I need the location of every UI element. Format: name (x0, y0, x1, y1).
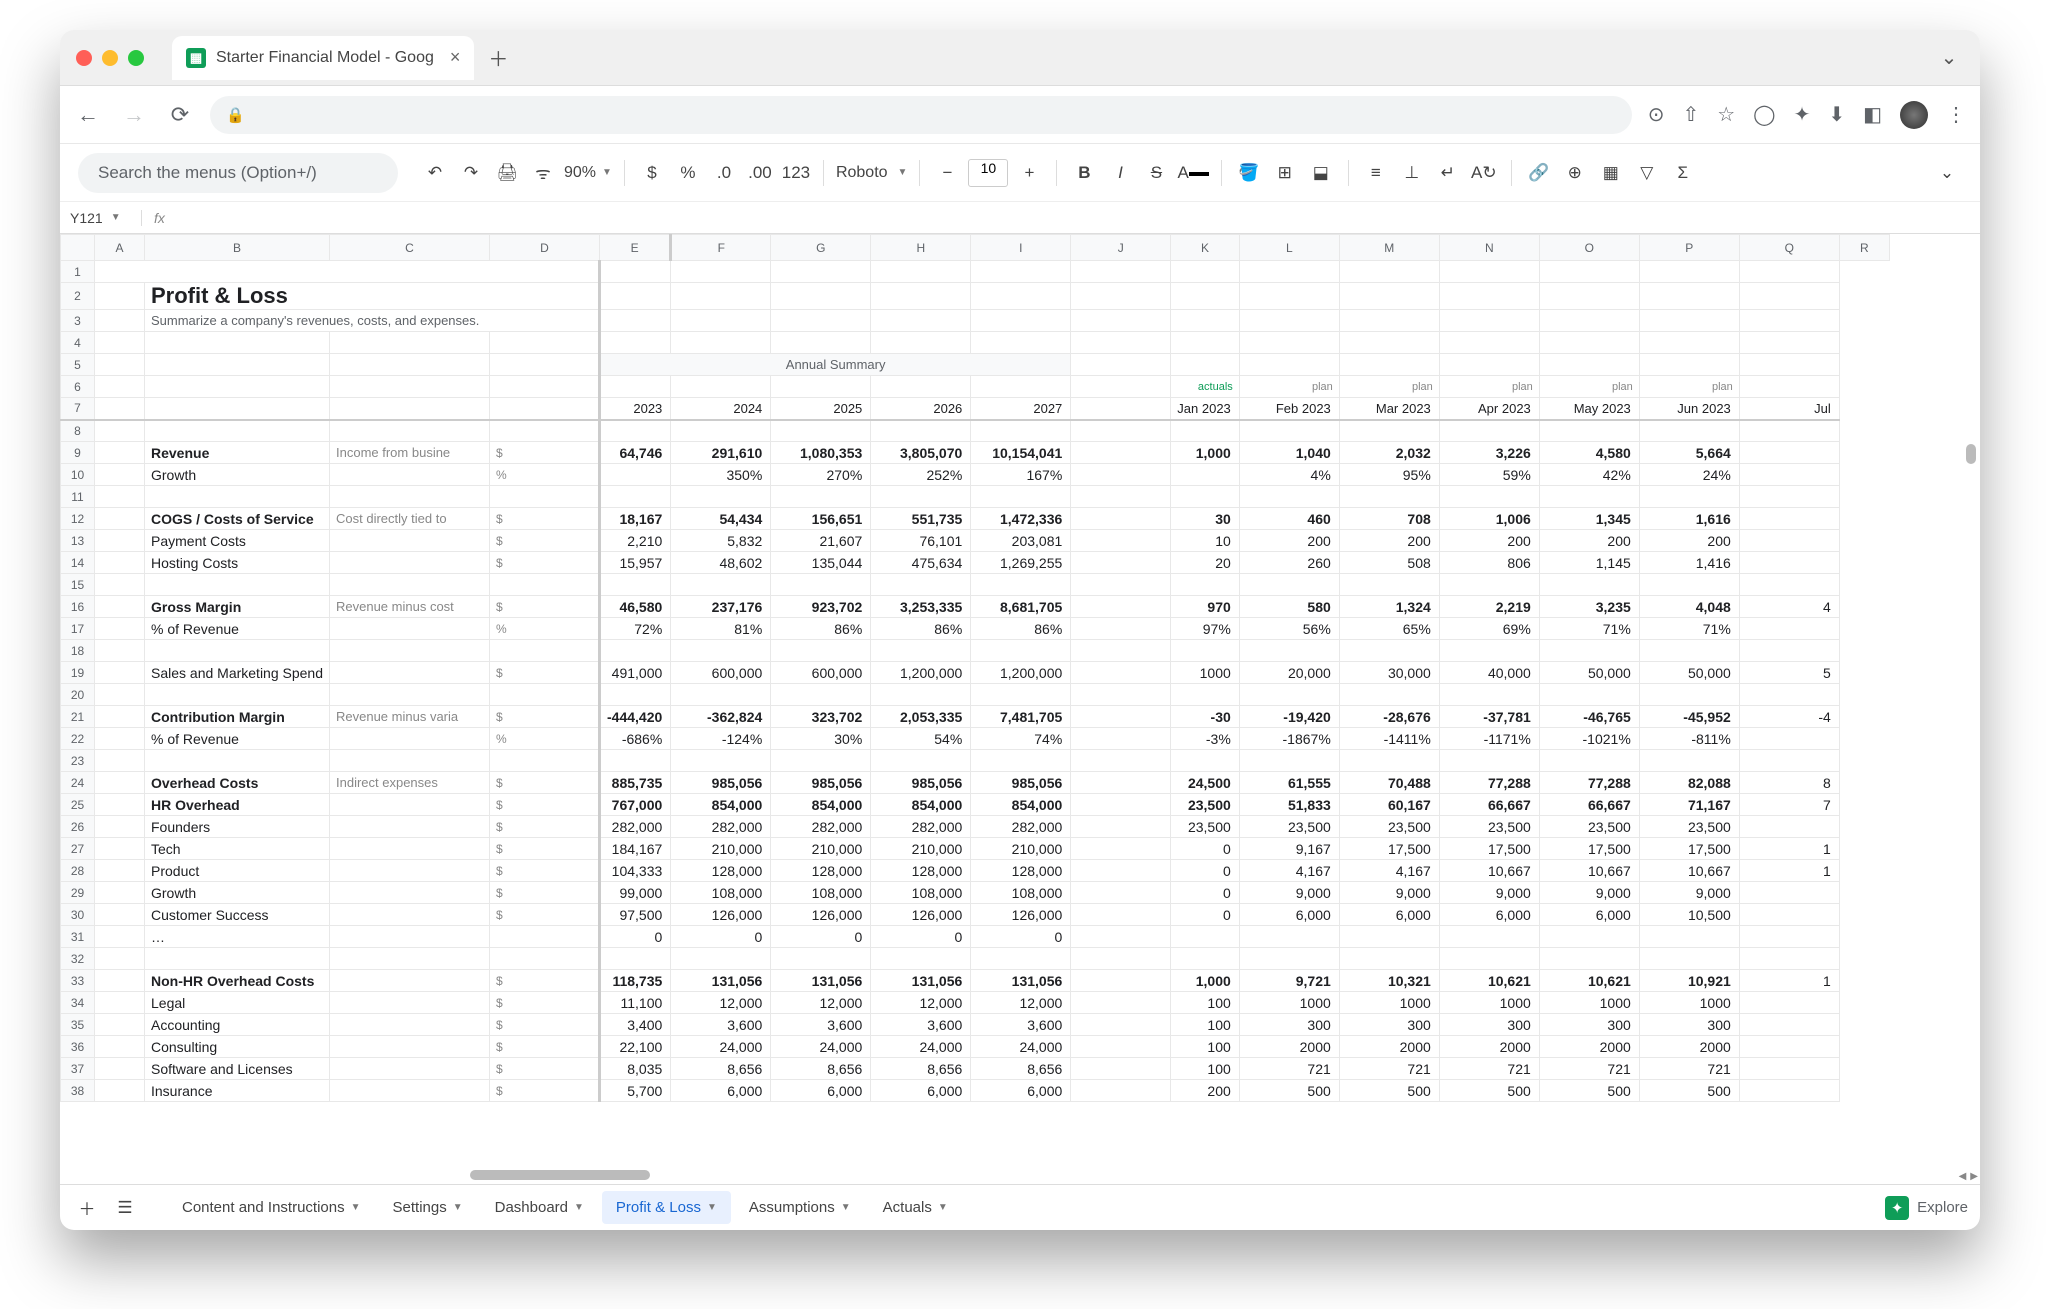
paint-format-button[interactable]: ᯤ (528, 156, 558, 190)
bold-button[interactable]: B (1069, 156, 1099, 190)
browser-tab-bar: ▦ Starter Financial Model - Goog × ＋ ⌄ (60, 30, 1980, 86)
text-wrap-button[interactable]: ↵ (1433, 156, 1463, 190)
spreadsheet-grid[interactable]: ABCDEFGHIJKLMNOPQR12Profit & Loss3Summar… (60, 234, 1980, 1184)
tab-list-dropdown[interactable]: ⌄ (1934, 43, 1964, 73)
search-icon[interactable]: ⊙ (1648, 102, 1665, 127)
minimize-window-button[interactable] (102, 50, 118, 66)
create-filter-button[interactable]: ▽ (1632, 156, 1662, 190)
download-icon[interactable]: ⬇ (1828, 102, 1845, 127)
more-formats-button[interactable]: 123 (781, 156, 811, 190)
more-menu-icon[interactable]: ⋮ (1946, 102, 1966, 127)
explore-button[interactable]: ✦ Explore (1885, 1196, 1968, 1220)
new-tab-button[interactable]: ＋ (488, 43, 508, 72)
nav-buttons: ← → ⟳ (74, 102, 194, 128)
explore-icon: ✦ (1885, 1196, 1909, 1220)
functions-button[interactable]: Σ (1668, 156, 1698, 190)
fx-icon: fx (142, 210, 177, 226)
insert-comment-button[interactable]: ⊕ (1560, 156, 1590, 190)
bookmark-icon[interactable]: ☆ (1717, 102, 1735, 127)
sidepanel-icon[interactable]: ◧ (1863, 102, 1882, 127)
text-color-button[interactable]: A (1177, 156, 1208, 190)
browser-tab[interactable]: ▦ Starter Financial Model - Goog × (172, 36, 474, 80)
borders-button[interactable]: ⊞ (1270, 156, 1300, 190)
decrease-font-button[interactable]: − (932, 156, 962, 190)
strikethrough-button[interactable]: S (1141, 156, 1171, 190)
close-window-button[interactable] (76, 50, 92, 66)
maximize-window-button[interactable] (128, 50, 144, 66)
sheet-tab-content-and-instructions[interactable]: Content and Instructions ▼ (168, 1191, 375, 1224)
percent-button[interactable]: % (673, 156, 703, 190)
window-controls (76, 50, 144, 66)
italic-button[interactable]: I (1105, 156, 1135, 190)
font-size-input[interactable]: 10 (968, 159, 1008, 187)
tab-title: Starter Financial Model - Goog (216, 49, 434, 67)
sheet-tab-actuals[interactable]: Actuals ▼ (869, 1191, 962, 1224)
sheets-favicon-icon: ▦ (186, 48, 206, 68)
vertical-align-button[interactable]: ⊥ (1397, 156, 1427, 190)
browser-actions: ⊙ ⇧ ☆ ◯ ✦ ⬇ ◧ ⋮ (1648, 101, 1966, 129)
sheet-tab-settings[interactable]: Settings ▼ (379, 1191, 477, 1224)
address-bar[interactable]: 🔒 (210, 96, 1632, 134)
print-button[interactable]: 🖨 (492, 156, 522, 190)
horizontal-align-button[interactable]: ≡ (1361, 156, 1391, 190)
fill-color-button[interactable]: 🪣 (1234, 156, 1264, 190)
reload-button[interactable]: ⟳ (166, 102, 194, 128)
extensions-icon[interactable]: ✦ (1794, 102, 1811, 127)
forward-button[interactable]: → (120, 102, 148, 128)
increase-font-button[interactable]: + (1014, 156, 1044, 190)
undo-button[interactable]: ↶ (420, 156, 450, 190)
search-menus-input[interactable]: Search the menus (Option+/) (78, 153, 398, 193)
merge-cells-button[interactable]: ⬓ (1306, 156, 1336, 190)
browser-url-bar: ← → ⟳ 🔒 ⊙ ⇧ ☆ ◯ ✦ ⬇ ◧ ⋮ (60, 86, 1980, 144)
profile-avatar[interactable] (1900, 101, 1928, 129)
scroll-arrows[interactable]: ◀▶ (1959, 1171, 1978, 1182)
sheet-tab-assumptions[interactable]: Assumptions ▼ (735, 1191, 865, 1224)
sheet-tab-dashboard[interactable]: Dashboard ▼ (481, 1191, 598, 1224)
currency-button[interactable]: $ (637, 156, 667, 190)
redo-button[interactable]: ↷ (456, 156, 486, 190)
all-sheets-button[interactable]: ☰ (110, 1191, 140, 1225)
font-dropdown[interactable]: Roboto▼ (836, 164, 908, 182)
expand-toolbar-button[interactable]: ⌄ (1932, 156, 1962, 190)
sheets-toolbar: Search the menus (Option+/) ↶ ↷ 🖨 ᯤ 90%▼… (60, 144, 1980, 202)
vertical-scrollbar[interactable] (1966, 264, 1978, 1164)
zoom-dropdown[interactable]: 90%▼ (564, 164, 612, 182)
sheet-tabs-bar: ＋ ☰ Content and Instructions ▼Settings ▼… (60, 1184, 1980, 1230)
share-icon[interactable]: ⇧ (1682, 102, 1699, 127)
search-menus-placeholder: Search the menus (Option+/) (98, 163, 317, 183)
insert-chart-button[interactable]: ▦ (1596, 156, 1626, 190)
account-icon[interactable]: ◯ (1753, 102, 1775, 127)
text-rotation-button[interactable]: A↻ (1469, 156, 1499, 190)
add-sheet-button[interactable]: ＋ (72, 1191, 102, 1225)
sheet-tab-profit-loss[interactable]: Profit & Loss ▼ (602, 1191, 731, 1224)
name-box[interactable]: Y121▼ (60, 210, 142, 226)
decrease-decimal-button[interactable]: .0 (709, 156, 739, 190)
close-tab-button[interactable]: × (450, 47, 461, 68)
formula-bar: Y121▼ fx (60, 202, 1980, 234)
increase-decimal-button[interactable]: .00 (745, 156, 775, 190)
lock-icon: 🔒 (226, 106, 245, 124)
horizontal-scrollbar[interactable] (470, 1170, 1960, 1182)
back-button[interactable]: ← (74, 102, 102, 128)
insert-link-button[interactable]: 🔗 (1524, 156, 1554, 190)
